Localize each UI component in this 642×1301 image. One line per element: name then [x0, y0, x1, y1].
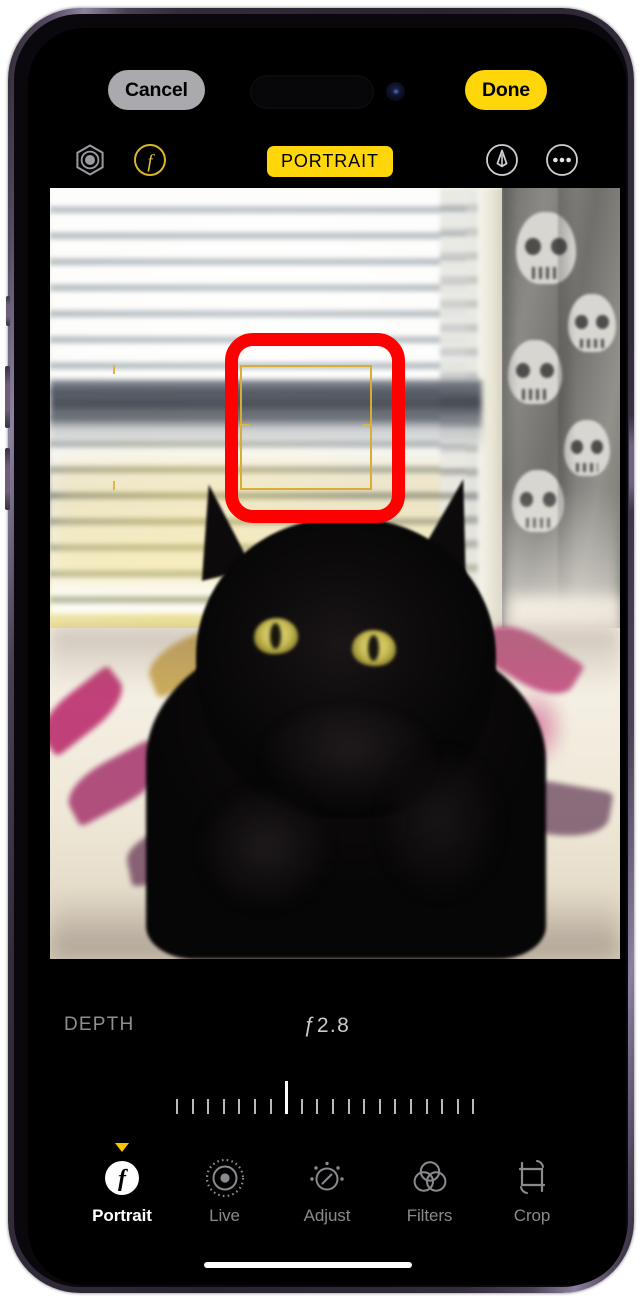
- depth-value: ƒ2.8: [303, 1014, 351, 1037]
- slider-center-tick: [285, 1081, 289, 1114]
- tab-crop[interactable]: Crop: [490, 1156, 574, 1226]
- cat-chest-highlight: [200, 788, 330, 908]
- slider-tick: [394, 1099, 397, 1114]
- slider-tick: [191, 1099, 194, 1114]
- portrait-f-icon: f: [100, 1156, 144, 1200]
- power-side-button[interactable]: [629, 416, 634, 514]
- cat-pupil-left: [270, 623, 281, 649]
- slider-tick: [378, 1099, 381, 1114]
- slider-tick: [425, 1099, 428, 1114]
- slider-tick: [363, 1099, 366, 1114]
- volume-down-button[interactable]: [5, 448, 10, 510]
- phone-frame: Cancel Done f PORTRAIT DEPTH ƒ2.8 f Port…: [5, 8, 634, 1293]
- crop-rotate-icon: [510, 1156, 554, 1200]
- live-photo-icon: [203, 1156, 247, 1200]
- slider-tick: [332, 1099, 334, 1114]
- editor-tab-bar: f Portrait Live Adjust Filters Crop: [28, 1143, 626, 1248]
- depth-control-row: DEPTH ƒ2.8: [28, 1014, 626, 1048]
- tab-crop-label: Crop: [513, 1206, 551, 1225]
- aperture-f-icon: f: [133, 143, 167, 182]
- tab-portrait[interactable]: f Portrait: [80, 1143, 164, 1226]
- slider-tick: [176, 1099, 178, 1114]
- tab-filters[interactable]: Filters: [388, 1156, 472, 1226]
- tab-live-label: Live: [209, 1206, 240, 1225]
- more-options-button[interactable]: [538, 138, 586, 186]
- portrait-mode-badge[interactable]: PORTRAIT: [267, 146, 393, 177]
- more-ellipsis-icon: [545, 143, 579, 182]
- tab-portrait-label: Portrait: [92, 1206, 152, 1225]
- red-annotation-box: [225, 333, 405, 523]
- depth-slider[interactable]: [28, 1074, 626, 1120]
- slider-tick: [238, 1099, 241, 1114]
- slider-tick: [300, 1099, 303, 1114]
- phone-screen: Cancel Done f PORTRAIT DEPTH ƒ2.8 f Port…: [28, 28, 626, 1285]
- home-indicator[interactable]: [204, 1262, 412, 1268]
- filters-circles-icon: [408, 1156, 452, 1200]
- cancel-button[interactable]: Cancel: [108, 70, 205, 110]
- editor-tool-row: f PORTRAIT: [28, 138, 626, 194]
- slider-tick: [207, 1099, 210, 1114]
- lighting-effect-button[interactable]: [66, 138, 114, 186]
- focus-box-tick-top: [113, 365, 115, 374]
- slider-tick: [441, 1099, 444, 1114]
- cat-pupil-right: [368, 635, 379, 661]
- tab-adjust[interactable]: Adjust: [285, 1156, 369, 1226]
- slider-tick: [254, 1099, 256, 1114]
- slider-tick: [456, 1099, 459, 1114]
- active-tab-caret-icon: [115, 1143, 129, 1152]
- photo-preview[interactable]: [50, 188, 620, 959]
- done-button[interactable]: Done: [465, 70, 547, 110]
- tab-adjust-label: Adjust: [303, 1206, 351, 1225]
- slider-tick: [269, 1099, 272, 1114]
- focus-box-tick-bottom: [113, 481, 115, 490]
- slider-tick: [316, 1099, 319, 1114]
- svg-text:f: f: [147, 151, 155, 172]
- adjust-dial-icon: [305, 1156, 349, 1200]
- slider-tick: [222, 1099, 225, 1114]
- tab-live[interactable]: Live: [183, 1156, 267, 1226]
- slider-tick: [472, 1099, 475, 1114]
- phone-bezel: Cancel Done f PORTRAIT DEPTH ƒ2.8 f Port…: [14, 14, 628, 1287]
- slider-tick: [410, 1099, 412, 1114]
- tab-filters-label: Filters: [406, 1206, 453, 1225]
- volume-up-button[interactable]: [5, 366, 10, 428]
- slider-tick: [347, 1099, 350, 1114]
- silent-switch-button[interactable]: [6, 296, 10, 326]
- aperture-depth-button[interactable]: f: [126, 138, 174, 186]
- markup-pen-icon: [485, 143, 519, 182]
- lighting-effect-icon: [73, 143, 107, 182]
- markup-button[interactable]: [478, 138, 526, 186]
- editor-top-bar: Cancel Done: [28, 70, 626, 124]
